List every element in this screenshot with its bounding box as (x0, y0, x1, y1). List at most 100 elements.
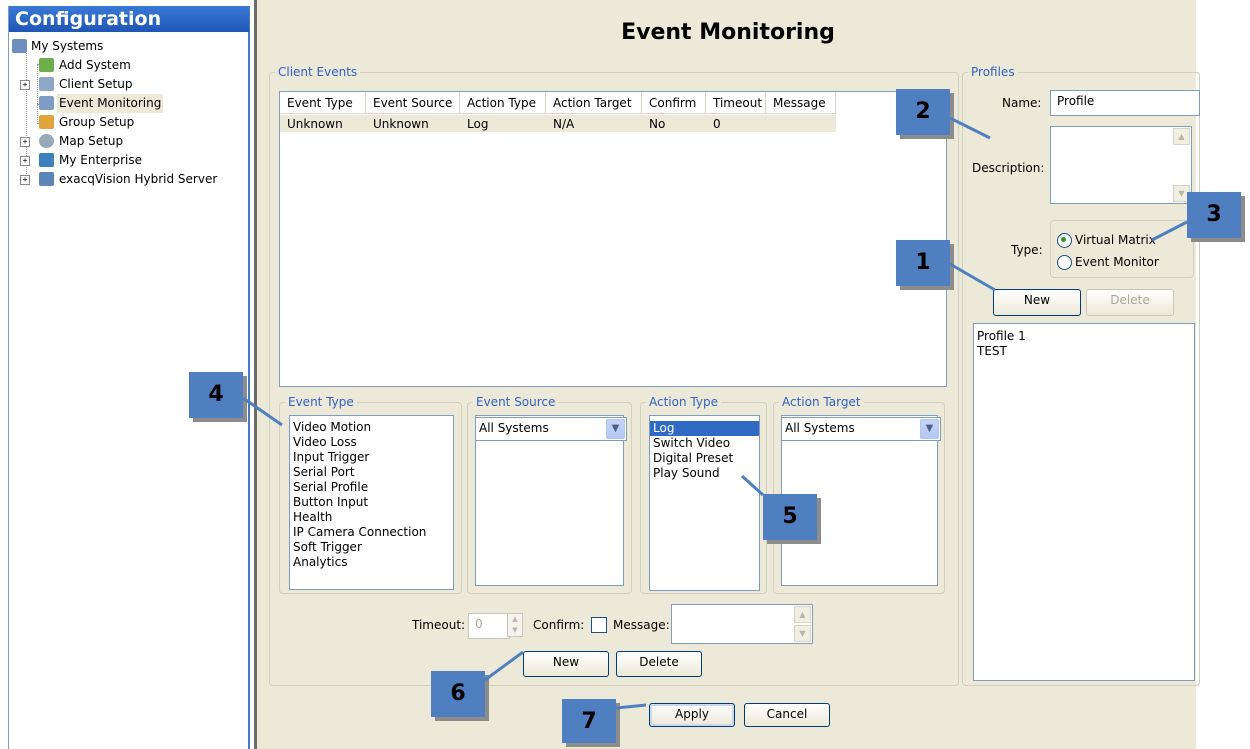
column-header-event-type[interactable]: Event Type (280, 92, 366, 114)
group-setup-icon (39, 115, 54, 129)
enterprise-icon (39, 153, 54, 167)
list-item[interactable]: Serial Port (290, 465, 453, 480)
profile-description-textarea[interactable]: ▲ ▼ (1050, 126, 1192, 204)
event-type-title: Event Type (285, 395, 357, 409)
event-monitor-label[interactable]: Event Monitor (1075, 254, 1159, 270)
cell-event-type: Unknown (287, 117, 343, 131)
tree-item-event-monitoring[interactable]: Event Monitoring (9, 94, 249, 113)
client-events-title: Client Events (275, 65, 361, 79)
delete-event-button[interactable]: Delete (616, 651, 702, 677)
list-item[interactable]: TEST (974, 344, 1194, 359)
client-events-table[interactable]: Event Type Event Source Action Type Acti… (279, 91, 947, 387)
cell-action-target: N/A (553, 117, 575, 131)
action-target-title: Action Target (779, 395, 864, 409)
column-header-message[interactable]: Message (766, 92, 836, 114)
list-item[interactable]: Serial Profile (290, 480, 453, 495)
list-item[interactable]: Video Motion (290, 420, 453, 435)
action-type-title: Action Type (646, 395, 721, 409)
delete-profile-button[interactable]: Delete (1086, 289, 1174, 316)
tree-item-client-setup[interactable]: + Client Setup (9, 75, 249, 94)
list-item[interactable]: Input Trigger (290, 450, 453, 465)
expand-icon[interactable]: + (20, 137, 30, 147)
list-item[interactable]: Log (650, 421, 759, 436)
chevron-down-icon[interactable]: ▼ (606, 419, 625, 439)
list-item[interactable]: Soft Trigger (290, 540, 453, 555)
map-icon (39, 134, 54, 148)
apply-button[interactable]: Apply (649, 703, 735, 727)
list-item[interactable]: Profile 1 (974, 329, 1194, 344)
main-panel: Event Monitoring Client Events Event Typ… (254, 0, 1200, 749)
callout-3: 3 (1187, 192, 1241, 238)
configuration-header: Configuration (9, 6, 249, 32)
action-target-selected: All Systems (785, 421, 855, 435)
message-textarea[interactable]: ▲ ▼ (671, 604, 813, 644)
list-item[interactable]: Digital Preset (650, 451, 759, 466)
timeout-label: Timeout: (412, 618, 466, 632)
network-icon (12, 39, 27, 53)
column-header-action-target[interactable]: Action Target (546, 92, 642, 114)
callout-5: 5 (763, 494, 817, 540)
profile-description-label: Description: (972, 161, 1045, 175)
list-item[interactable]: Play Sound (650, 466, 759, 481)
timeout-input[interactable]: 0 (468, 613, 510, 639)
virtual-matrix-radio[interactable] (1057, 233, 1072, 248)
radio-selected-dot (1061, 237, 1066, 242)
scroll-down-icon[interactable]: ▼ (794, 625, 811, 642)
scroll-up-icon[interactable]: ▲ (1173, 128, 1190, 145)
list-item[interactable]: IP Camera Connection (290, 525, 453, 540)
callout-4: 4 (189, 372, 243, 418)
callout-2: 2 (896, 89, 950, 135)
table-header: Event Type Event Source Action Type Acti… (280, 92, 836, 114)
list-item[interactable]: Button Input (290, 495, 453, 510)
timeout-spinner[interactable]: ▲ ▼ (507, 613, 523, 637)
scroll-up-icon[interactable]: ▲ (794, 606, 811, 623)
list-item[interactable]: Analytics (290, 555, 453, 570)
confirm-label: Confirm: (533, 618, 585, 632)
add-system-icon (39, 58, 54, 72)
list-item[interactable]: Video Loss (290, 435, 453, 450)
action-target-dropdown[interactable]: All Systems ▼ (781, 417, 941, 441)
virtual-matrix-label[interactable]: Virtual Matrix (1075, 232, 1156, 248)
cancel-button[interactable]: Cancel (744, 703, 830, 727)
tree-item-group-setup[interactable]: Group Setup (9, 113, 249, 132)
table-row[interactable]: Unknown Unknown Log N/A No 0 (280, 115, 836, 132)
expand-icon[interactable]: + (20, 156, 30, 166)
expand-icon[interactable]: + (20, 175, 30, 185)
message-label: Message: (613, 618, 670, 632)
profile-name-input[interactable]: Profile (1050, 90, 1200, 116)
expand-icon[interactable]: + (20, 80, 30, 90)
tree-item-map-setup[interactable]: + Map Setup (9, 132, 249, 151)
event-source-title: Event Source (473, 395, 559, 409)
cell-action-type: Log (467, 117, 489, 131)
column-header-confirm[interactable]: Confirm (642, 92, 706, 114)
tree-item-my-systems[interactable]: My Systems (9, 37, 249, 56)
list-item[interactable]: Switch Video (650, 436, 759, 451)
tree-item-add-system[interactable]: Add System (9, 56, 249, 75)
event-type-list[interactable]: Video Motion Video Loss Input Trigger Seria… (289, 415, 454, 590)
cell-timeout: 0 (713, 117, 721, 131)
column-header-event-source[interactable]: Event Source (366, 92, 460, 114)
column-header-timeout[interactable]: Timeout (706, 92, 766, 114)
tree-item-my-enterprise[interactable]: + My Enterprise (9, 151, 249, 170)
cell-confirm: No (649, 117, 666, 131)
chevron-down-icon[interactable]: ▼ (920, 419, 939, 439)
event-source-dropdown[interactable]: All Systems ▼ (475, 417, 627, 441)
callout-7: 7 (562, 699, 616, 743)
profiles-title: Profiles (968, 65, 1018, 79)
new-event-button[interactable]: New (523, 651, 609, 677)
new-profile-button[interactable]: New (993, 289, 1081, 316)
confirm-checkbox[interactable] (591, 617, 607, 633)
action-type-list[interactable]: Log Switch Video Digital Preset Play Sound (649, 415, 760, 591)
callout-6: 6 (431, 671, 485, 717)
cell-event-source: Unknown (373, 117, 429, 131)
client-setup-icon (39, 77, 54, 91)
profile-list[interactable]: Profile 1 TEST (973, 323, 1195, 681)
list-item[interactable]: Health (290, 510, 453, 525)
event-source-selected: All Systems (479, 421, 549, 435)
tree-item-exacqvision-hybrid-server[interactable]: + exacqVision Hybrid Server (9, 170, 249, 189)
event-monitor-radio[interactable] (1057, 255, 1072, 270)
callout-1: 1 (896, 240, 950, 286)
column-header-action-type[interactable]: Action Type (460, 92, 546, 114)
server-icon (39, 172, 54, 186)
event-monitoring-icon (39, 96, 54, 110)
